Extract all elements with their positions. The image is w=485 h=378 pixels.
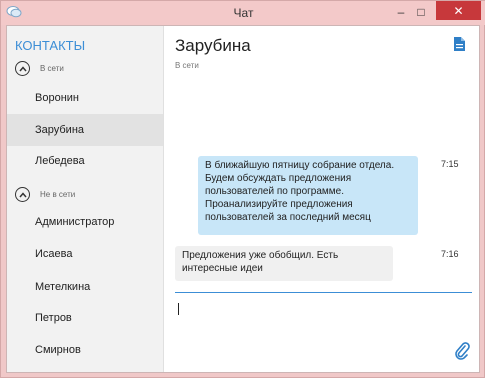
contact-item-selected[interactable]: Зарубина [7, 114, 163, 146]
maximize-button[interactable]: □ [408, 1, 434, 22]
chat-contact-name: Зарубина [175, 36, 251, 55]
message-line: В ближайшую пятницу собрание отдела. [205, 160, 395, 171]
contact-item[interactable]: Метелкина [7, 271, 163, 303]
chat-panel: Зарубина В сети В ближайшую пятницу собр… [165, 26, 480, 372]
message-outgoing: В ближайшую пятницу собрание отдела. Буд… [198, 156, 418, 235]
chat-contact-status: В сети [175, 61, 199, 70]
group-label-offline: Не в сети [40, 190, 76, 199]
paperclip-icon[interactable] [454, 342, 470, 360]
contact-item[interactable]: Исаева [7, 238, 163, 270]
message-input[interactable] [175, 298, 472, 338]
chevron-up-circle-icon[interactable] [15, 187, 30, 202]
group-header-online[interactable]: В сети [15, 61, 64, 76]
group-label-online: В сети [40, 64, 64, 73]
group-header-offline[interactable]: Не в сети [15, 187, 75, 202]
contact-item[interactable]: Смирнов [7, 334, 163, 366]
contact-item[interactable]: Петров [7, 302, 163, 334]
message-line: пользователей за последний месяц [205, 212, 371, 223]
contacts-title: КОНТАКТЫ [15, 38, 86, 53]
input-divider [175, 292, 472, 293]
contact-item[interactable]: Воронин [7, 82, 163, 114]
contact-item[interactable]: Администратор [7, 206, 163, 238]
text-caret [178, 303, 179, 315]
title-bar[interactable]: Чат – □ ✕ [1, 1, 485, 25]
chevron-up-circle-icon[interactable] [15, 61, 30, 76]
message-line: Будем обсуждать предложения [205, 173, 352, 184]
contact-item[interactable]: Лебедева [7, 145, 163, 177]
message-line: Предложения уже обобщил. Есть [182, 250, 339, 261]
message-line: Проанализируйте предложения [205, 199, 353, 210]
message-incoming: Предложения уже обобщил. Есть интересные… [175, 246, 393, 281]
message-time: 7:16 [441, 249, 459, 259]
message-time: 7:15 [441, 159, 459, 169]
message-line: пользователей по программе. [205, 186, 344, 197]
contacts-sidebar: КОНТАКТЫ В сети Воронин Зарубина Лебедев… [7, 26, 164, 372]
document-icon[interactable] [454, 37, 465, 51]
chat-window: Чат – □ ✕ КОНТАКТЫ В сети Воронин Заруби… [0, 0, 485, 378]
message-line: интересные идеи [182, 263, 263, 274]
client-area: КОНТАКТЫ В сети Воронин Зарубина Лебедев… [6, 25, 480, 373]
close-button[interactable]: ✕ [436, 1, 481, 20]
